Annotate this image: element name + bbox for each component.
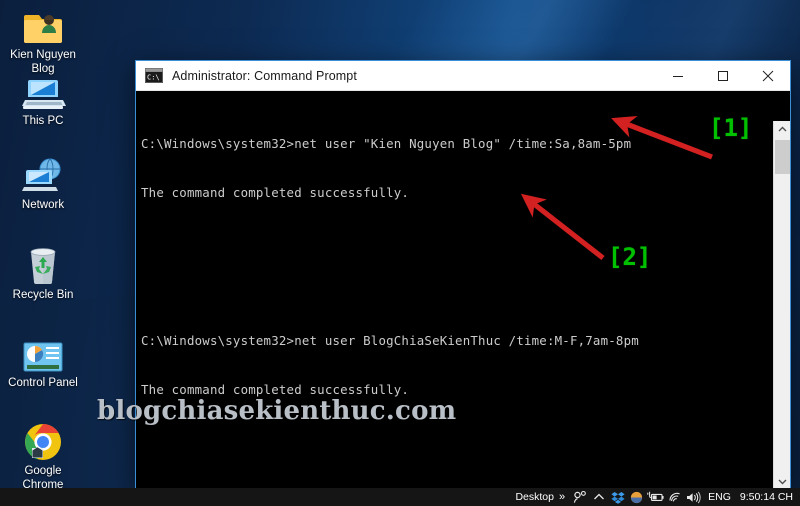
- desktop-icon-kien-nguyen-blog[interactable]: Kien Nguyen Blog: [0, 2, 86, 76]
- this-pc-icon: [0, 68, 86, 112]
- desktop-icon-google-chrome[interactable]: Google Chrome: [0, 418, 86, 492]
- dropbox-icon[interactable]: [608, 488, 627, 506]
- console-line: C:\Windows\system32>net user BlogChiaSeK…: [141, 332, 639, 348]
- desktop-icon-label: Kien Nguyen: [10, 49, 76, 61]
- desktop-icon-this-pc[interactable]: This PC: [0, 68, 86, 129]
- people-share-icon[interactable]: [570, 488, 589, 506]
- window-title: Administrator: Command Prompt: [172, 68, 357, 83]
- system-tray[interactable]: [570, 488, 703, 506]
- desktop-icon-recycle-bin[interactable]: Recycle Bin: [0, 242, 86, 303]
- taskbar-desktop-label[interactable]: Desktop: [510, 488, 559, 506]
- control-panel-icon: [0, 330, 86, 374]
- taskbar[interactable]: Desktop » ENG 9:50:14 CH: [0, 488, 800, 506]
- annotation-label-2: [2]: [608, 243, 652, 271]
- show-hidden-icons-chevron[interactable]: [589, 488, 608, 506]
- recycle-bin-icon: [0, 242, 86, 286]
- desktop-icon-control-panel[interactable]: Control Panel: [0, 330, 86, 391]
- vertical-scrollbar[interactable]: [773, 121, 790, 490]
- volume-icon[interactable]: [684, 488, 703, 506]
- scroll-up-arrow-icon[interactable]: [774, 121, 790, 138]
- console-line: C:\Windows\system32>net user "Kien Nguye…: [141, 135, 632, 151]
- window-title-bar[interactable]: C:\ Administrator: Command Prompt: [136, 61, 790, 91]
- svg-text:C:\: C:\: [147, 74, 160, 82]
- taskbar-overflow-chevron-icon[interactable]: »: [559, 488, 570, 506]
- taskbar-clock[interactable]: 9:50:14 CH: [736, 491, 800, 503]
- maximize-button[interactable]: [700, 61, 745, 90]
- console-output-area[interactable]: C:\Windows\system32>net user "Kien Nguye…: [136, 91, 790, 490]
- google-chrome-icon: [0, 418, 86, 462]
- wifi-icon[interactable]: [665, 488, 684, 506]
- desktop-icon-label: Control Panel: [8, 377, 78, 389]
- close-button[interactable]: [745, 61, 790, 90]
- cmd-icon: C:\: [145, 68, 163, 83]
- user-folder-icon: [0, 2, 86, 46]
- battery-charging-icon[interactable]: [646, 488, 665, 506]
- desktop-icon-label: Recycle Bin: [12, 289, 74, 301]
- scrollbar-thumb[interactable]: [775, 140, 790, 174]
- desktop-icon-label: Network: [21, 199, 65, 211]
- console-text: C:\Windows\system32>net user "Kien Nguye…: [136, 91, 773, 490]
- circle-app-icon[interactable]: [627, 488, 646, 506]
- minimize-button[interactable]: [655, 61, 700, 90]
- desktop-icon-label: Google: [24, 465, 62, 477]
- annotation-label-1: [1]: [709, 114, 753, 142]
- network-icon: [0, 152, 86, 196]
- command-prompt-window[interactable]: C:\ Administrator: Command Prompt C:\Win…: [135, 60, 791, 491]
- desktop-icon-label: This PC: [22, 115, 64, 127]
- console-line: The command completed successfully.: [141, 185, 410, 201]
- language-indicator[interactable]: ENG: [703, 491, 736, 503]
- desktop-icon-network[interactable]: Network: [0, 152, 86, 213]
- watermark-text: blogchiasekienthuc.com: [97, 396, 457, 426]
